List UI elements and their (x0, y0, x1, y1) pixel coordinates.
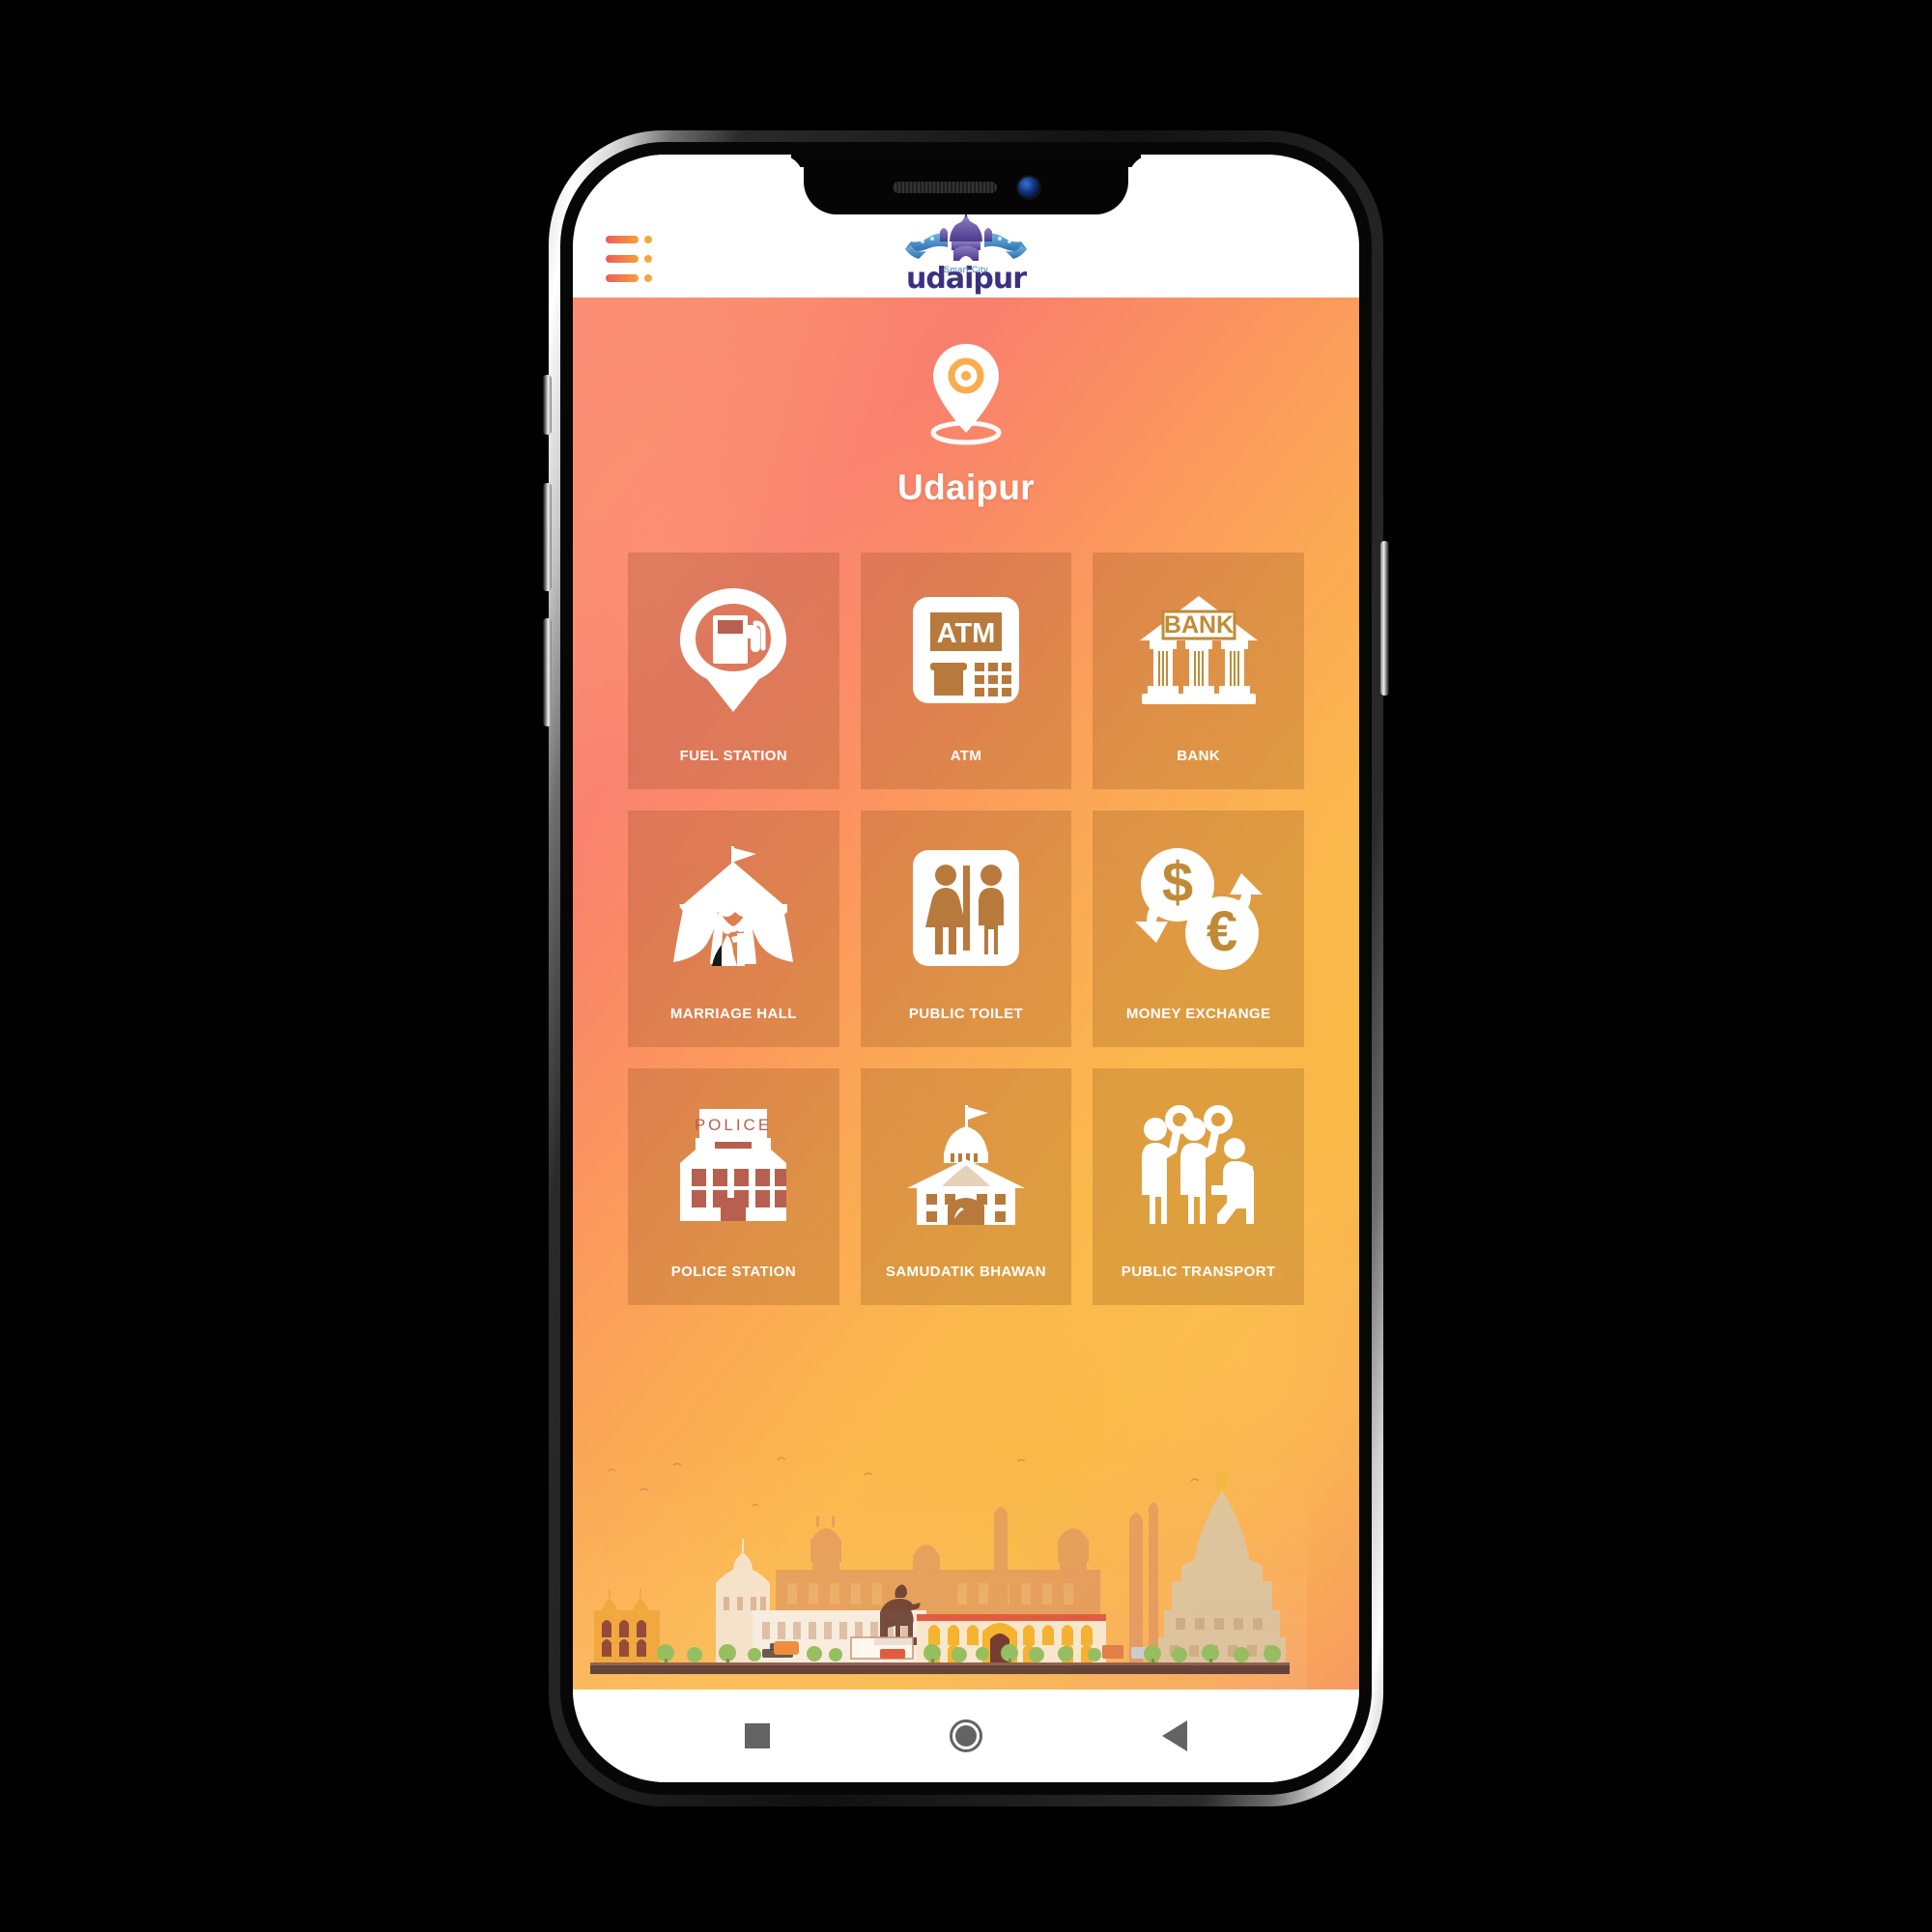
svg-text:ATM: ATM (937, 618, 996, 649)
tile-label: PUBLIC TOILET (908, 1006, 1024, 1022)
location-hero: Udaipur (573, 298, 1359, 508)
svg-text:POLICE: POLICE (695, 1116, 772, 1134)
back-button[interactable] (1152, 1714, 1197, 1758)
tile-label: MONEY EXCHANGE (1125, 1006, 1271, 1022)
back-triangle-icon (1162, 1720, 1187, 1751)
volume-down-button[interactable] (543, 618, 552, 726)
currency-exchange-icon: $ € (1133, 836, 1264, 980)
menu-row (606, 255, 658, 263)
palace-emblem-icon (905, 213, 1027, 261)
phone-screen: Smart City udaipur Udaipur FUEL STATION … (573, 155, 1359, 1782)
tile-police-station[interactable]: POLICE POLICE STATION (628, 1068, 839, 1305)
tile-public-transport[interactable]: PUBLIC TRANSPORT (1093, 1068, 1304, 1305)
tile-bank[interactable]: BANK BANK (1093, 553, 1304, 789)
app-content-area: Udaipur FUEL STATION ATM ATM BANK BANK M… (573, 298, 1359, 1690)
mute-switch[interactable] (543, 375, 552, 435)
service-tile-grid: FUEL STATION ATM ATM BANK BANK MARRIAGE … (628, 553, 1304, 1305)
fuel-pump-pin-icon (672, 578, 794, 723)
speaker-grille-icon (893, 182, 997, 193)
tile-label: MARRIAGE HALL (669, 1006, 797, 1022)
tile-money-exchange[interactable]: $ € MONEY EXCHANGE (1093, 810, 1304, 1047)
bank-building-icon: BANK (1134, 578, 1264, 723)
menu-dot (644, 274, 652, 282)
tile-label: FUEL STATION (679, 748, 788, 764)
menu-dot (644, 236, 652, 243)
tile-public-toilet[interactable]: PUBLIC TOILET (860, 810, 1072, 1047)
phone-device-frame: Smart City udaipur Udaipur FUEL STATION … (549, 130, 1383, 1806)
device-notch (804, 155, 1128, 214)
tile-label: SAMUDATIK BHAWAN (885, 1264, 1047, 1280)
government-dome-icon (901, 1094, 1031, 1238)
volume-up-button[interactable] (543, 483, 552, 591)
restroom-sign-icon (905, 836, 1027, 980)
tile-fuel-station[interactable]: FUEL STATION (628, 553, 839, 789)
menu-row (606, 236, 658, 243)
menu-bar (606, 236, 639, 243)
menu-dot (644, 255, 652, 263)
commuters-icon (1134, 1094, 1264, 1238)
android-navigation-bar (573, 1690, 1359, 1782)
recents-button[interactable] (735, 1714, 780, 1758)
screenshot-stage: Smart City udaipur Udaipur FUEL STATION … (0, 0, 1932, 1932)
atm-machine-icon: ATM (905, 578, 1027, 723)
tile-samudatik-bhawan[interactable]: SAMUDATIK BHAWAN (860, 1068, 1072, 1305)
wedding-tent-icon (668, 836, 799, 980)
home-button[interactable] (944, 1714, 988, 1758)
udaipur-skyline-illustration (573, 1448, 1307, 1690)
menu-bar (606, 255, 639, 263)
front-camera-icon (1018, 177, 1039, 198)
tile-label: BANK (1177, 748, 1221, 764)
tile-label: POLICE STATION (670, 1264, 796, 1280)
menu-row (606, 274, 658, 282)
power-button[interactable] (1380, 541, 1389, 696)
svg-text:BANK: BANK (1164, 611, 1234, 639)
tile-marriage-hall[interactable]: MARRIAGE HALL (628, 810, 839, 1047)
svg-text:$: $ (1162, 851, 1193, 914)
logo-tagline: Smart City (943, 265, 988, 274)
menu-bar (606, 274, 639, 282)
tile-label: PUBLIC TRANSPORT (1121, 1264, 1276, 1280)
smart-city-udaipur-logo[interactable]: Smart City udaipur (880, 213, 1052, 294)
tile-atm[interactable]: ATM ATM (860, 553, 1072, 789)
home-circle-icon (950, 1719, 982, 1752)
hamburger-menu-button[interactable] (606, 236, 658, 282)
recents-square-icon (745, 1723, 770, 1748)
page-title: Udaipur (897, 468, 1035, 507)
police-station-icon: POLICE (668, 1094, 798, 1238)
location-pin-icon (930, 344, 1002, 445)
tile-label: ATM (950, 748, 982, 764)
